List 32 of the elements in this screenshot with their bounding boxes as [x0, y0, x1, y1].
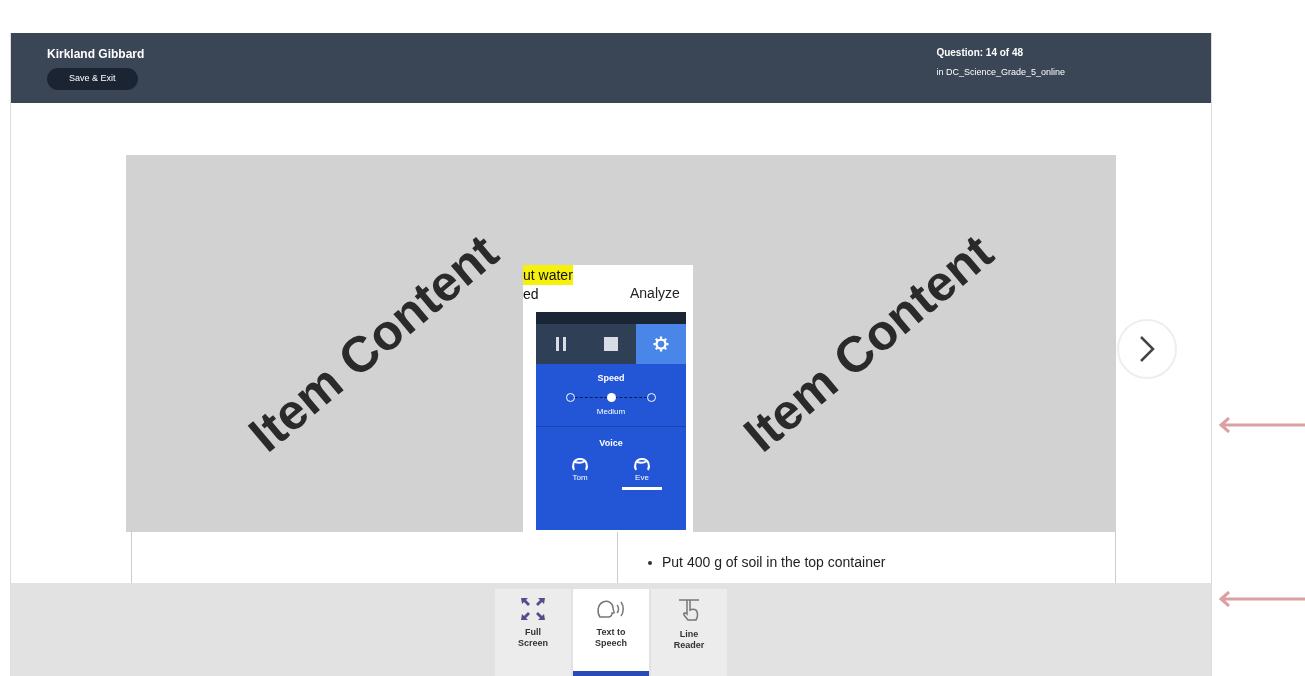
- pause-button[interactable]: [536, 324, 586, 364]
- tool-button[interactable]: Full Screen: [495, 589, 571, 676]
- bullet-text: Put 400 g of soil in the top container: [662, 553, 886, 572]
- pointer-hand-icon: [677, 597, 701, 623]
- analyze-text: Analyze: [630, 284, 680, 303]
- person-head-icon: [633, 456, 651, 472]
- pointer-arrow-icon: [1219, 417, 1305, 433]
- person-head-icon: [571, 456, 589, 472]
- slider-thumb[interactable]: [606, 393, 616, 402]
- save-exit-button[interactable]: Save & Exit: [47, 68, 138, 90]
- speed-label: Speed: [597, 372, 625, 385]
- student-name: Kirkland Gibbard: [47, 46, 145, 63]
- settings-icon: [652, 335, 670, 353]
- pointer-arrow-icon: [1219, 591, 1305, 607]
- passage-text: ed: [523, 285, 539, 303]
- settings-button[interactable]: [636, 324, 686, 364]
- tool-button[interactable]: Line Reader: [651, 589, 727, 676]
- chevron-right-icon: [1138, 335, 1156, 363]
- expand-arrows-icon: [520, 597, 546, 621]
- voice-label: Voice: [599, 436, 623, 450]
- pause-icon: [555, 337, 567, 351]
- speed-slider[interactable]: [566, 391, 656, 404]
- voice-option[interactable]: Eve: [622, 456, 662, 490]
- test-name: in DC_Science_Grade_5_online: [936, 66, 1065, 79]
- speed-reading: Medium: [596, 405, 626, 418]
- bullet-icon: [648, 560, 652, 565]
- voice-option[interactable]: Tom: [560, 456, 600, 490]
- stop-button[interactable]: [586, 324, 636, 364]
- question-counter: Question: 14 of 48: [936, 46, 1024, 60]
- tool-button[interactable]: Text to Speech: [573, 589, 649, 676]
- stop-icon: [604, 337, 618, 351]
- highlighted-text: ut water: [523, 265, 573, 285]
